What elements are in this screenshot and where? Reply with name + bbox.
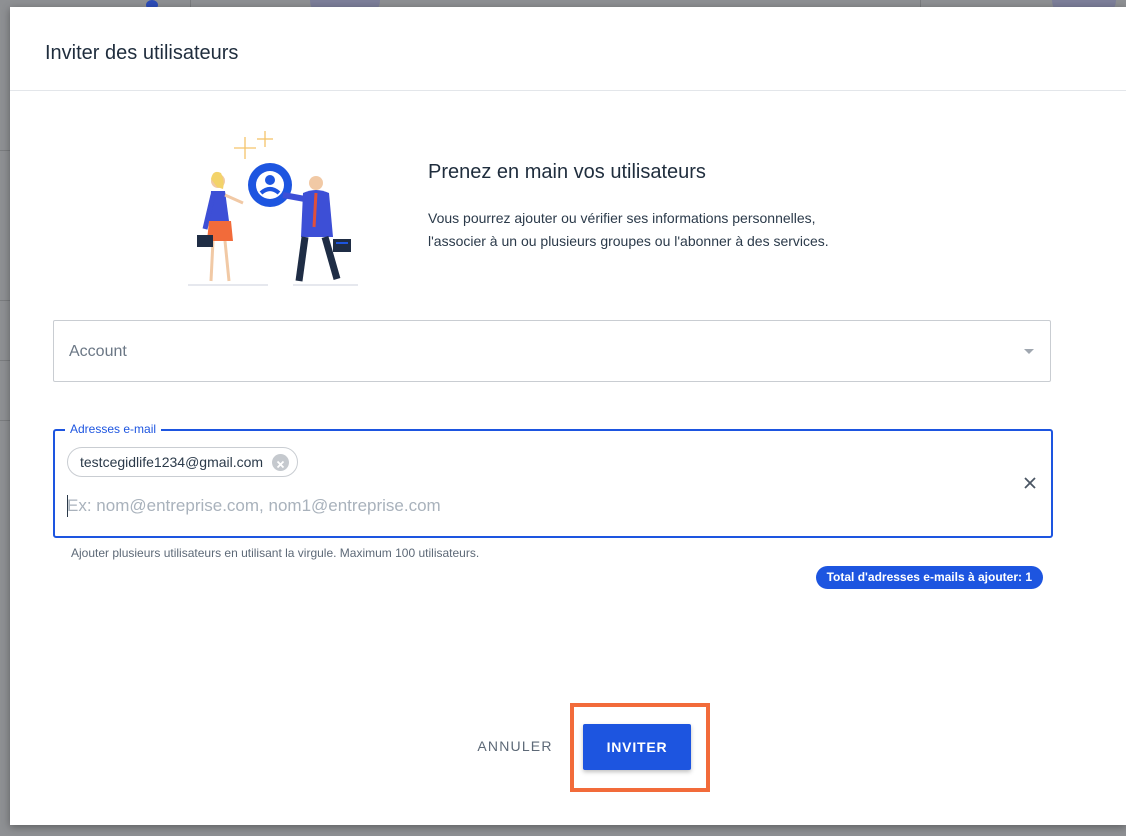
clear-field-button[interactable] bbox=[1021, 474, 1039, 492]
email-addresses-field[interactable]: Adresses e-mail testcegidlife1234@gmail.… bbox=[53, 422, 1053, 538]
account-select[interactable]: Account bbox=[53, 320, 1051, 382]
background-divider bbox=[0, 150, 10, 151]
close-icon bbox=[1024, 477, 1036, 489]
invite-users-dialog: Inviter des utilisateurs Prenez en main … bbox=[10, 7, 1126, 825]
text-cursor bbox=[67, 495, 68, 517]
email-helper-text: Ajouter plusieurs utilisateurs en utilis… bbox=[71, 546, 480, 560]
dialog-title: Inviter des utilisateurs bbox=[45, 42, 239, 64]
users-handshake-illustration bbox=[188, 131, 358, 286]
invite-button[interactable]: INVITER bbox=[583, 724, 691, 770]
hero-description-line: Vous pourrez ajouter ou vérifier ses inf… bbox=[428, 210, 816, 226]
email-chip[interactable]: testcegidlife1234@gmail.com bbox=[67, 447, 299, 477]
cancel-button[interactable]: ANNULER bbox=[465, 731, 565, 761]
email-field-label: Adresses e-mail bbox=[65, 422, 162, 436]
chevron-down-icon[interactable] bbox=[1024, 349, 1034, 354]
background-divider bbox=[0, 360, 10, 361]
title-divider bbox=[10, 90, 1126, 91]
close-icon bbox=[276, 460, 285, 469]
email-input[interactable] bbox=[67, 493, 967, 519]
hero-description: Vous pourrez ajouter ou vérifier ses inf… bbox=[428, 207, 948, 253]
email-count-badge: Total d'adresses e-mails à ajouter: 1 bbox=[815, 566, 1043, 589]
account-select-placeholder: Account bbox=[69, 343, 127, 360]
hero-description-line: l'associer à un ou plusieurs groupes ou … bbox=[428, 233, 829, 249]
background-divider bbox=[0, 300, 10, 301]
email-chip-label: testcegidlife1234@gmail.com bbox=[80, 454, 264, 470]
remove-chip-icon[interactable] bbox=[272, 454, 290, 471]
hero-heading: Prenez en main vos utilisateurs bbox=[428, 161, 706, 183]
background-divider bbox=[0, 420, 10, 421]
